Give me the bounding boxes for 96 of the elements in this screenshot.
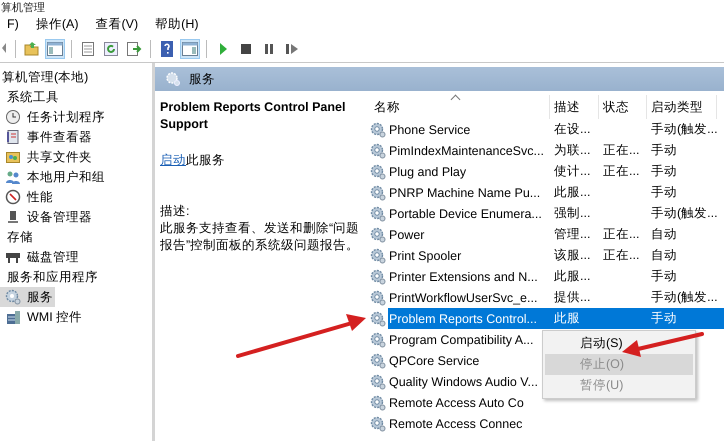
table-cell: 提供...: [554, 290, 590, 304]
column-header[interactable]: 启动类型: [647, 95, 717, 119]
table-cell: 手动: [651, 143, 677, 157]
service-name[interactable]: Remote Access Auto Co: [388, 394, 524, 412]
table-cell: 手动: [651, 185, 677, 199]
notebook-icon: [5, 129, 21, 145]
gear-icon: [370, 248, 386, 264]
gear-icon: [370, 310, 386, 326]
service-name[interactable]: Print Spooler: [388, 246, 462, 264]
tree-item[interactable]: 磁盘管理: [25, 248, 81, 266]
tree-item[interactable]: 共享文件夹: [25, 148, 94, 166]
table-cell: 强制...: [554, 206, 590, 220]
gear-icon: [370, 394, 386, 410]
menu-item[interactable]: 操作(A): [36, 14, 86, 34]
service-title: Problem Reports Control Panel Support: [160, 99, 346, 133]
panel-title: 服务: [189, 70, 215, 88]
service-name[interactable]: Program Compatibility A...: [388, 330, 534, 348]
gear-icon: [370, 352, 386, 368]
menu-item[interactable]: 查看(V): [95, 14, 146, 34]
tree-item[interactable]: 服务和应用程序: [5, 268, 100, 286]
help-icon[interactable]: [158, 40, 176, 58]
refresh-icon[interactable]: [102, 40, 120, 58]
description-label: 描述:: [160, 203, 190, 220]
tree-item[interactable]: 性能: [25, 188, 55, 206]
tree-item[interactable]: 本地用户和组: [25, 168, 107, 186]
gear-icon: [370, 268, 386, 284]
table-cell: 自动: [651, 248, 677, 262]
table-cell: 自动: [651, 227, 677, 241]
service-name[interactable]: Quality Windows Audio V...: [388, 372, 538, 390]
clock-icon: [5, 109, 21, 125]
table-cell: 该服...: [554, 248, 590, 262]
table-cell: 正在...: [603, 227, 640, 241]
table-cell: 管理...: [554, 227, 590, 241]
menu-item[interactable]: 启动(S): [545, 333, 693, 354]
gear-icon: [370, 416, 386, 432]
table-cell: 手动(触发...: [651, 206, 718, 220]
service-name[interactable]: PrintWorkflowUserSvc_e...: [388, 288, 538, 306]
window-title: 算机管理: [1, 2, 45, 14]
table-cell: 使计...: [554, 164, 590, 178]
service-name[interactable]: PimIndexMaintenanceSvc...: [388, 142, 544, 160]
table-cell: 此服...: [554, 185, 590, 199]
tree-item[interactable]: 任务计划程序: [25, 108, 107, 126]
service-name[interactable]: Printer Extensions and N...: [388, 268, 538, 286]
gear-icon: [370, 164, 386, 180]
table-cell: 在设...: [554, 122, 590, 136]
menu-item[interactable]: F): [7, 15, 27, 33]
column-header[interactable]: 描述: [550, 95, 599, 119]
start-service-text: 启动此服务: [160, 152, 226, 169]
start-link[interactable]: 启动: [160, 153, 186, 167]
tree-item[interactable]: 设备管理器: [25, 208, 94, 226]
table-cell: 手动(触发...: [651, 290, 718, 304]
gear-icon: [370, 142, 386, 158]
column-header[interactable]: 状态: [599, 95, 647, 119]
export-icon[interactable]: [125, 40, 143, 58]
service-name[interactable]: PNRP Machine Name Pu...: [388, 184, 540, 202]
table-cell: 此服: [554, 311, 580, 325]
gear-icon: [370, 206, 386, 222]
gear-icon: [370, 226, 386, 242]
table-cell: 正在...: [603, 143, 640, 157]
tree-item[interactable]: 事件查看器: [25, 128, 94, 146]
gear-icon: [370, 122, 386, 138]
service-name[interactable]: Plug and Play: [388, 162, 466, 180]
gear-icon: [5, 289, 21, 305]
table-cell: 为联...: [554, 143, 590, 157]
table-cell: 手动: [651, 311, 677, 325]
table-cell: 此服...: [554, 269, 590, 283]
table-cell: 手动: [651, 164, 677, 178]
service-name[interactable]: Phone Service: [388, 120, 470, 138]
tree-item[interactable]: 系统工具: [5, 88, 61, 106]
service-name[interactable]: Portable Device Enumera...: [388, 204, 542, 222]
table-cell: 正在...: [603, 164, 640, 178]
action-pane-icon[interactable]: [181, 40, 199, 58]
gear-icon: [165, 71, 181, 87]
column-header[interactable]: 名称: [370, 95, 550, 119]
tree-item[interactable]: 存储: [5, 228, 35, 246]
gear-icon: [370, 290, 386, 306]
menu-item[interactable]: 帮助(H): [155, 14, 207, 34]
properties-icon[interactable]: [79, 40, 97, 58]
folder-icon[interactable]: [23, 40, 41, 58]
gear-icon: [370, 184, 386, 200]
users-icon: [5, 169, 21, 185]
table-cell: 手动: [651, 269, 677, 283]
gear-icon: [370, 332, 386, 348]
folder-icon: [5, 149, 21, 165]
service-name[interactable]: Power: [388, 226, 424, 244]
gauge-icon: [5, 189, 21, 205]
description-text: 此服务支持查看、发送和删除“问题报告”控制面板的系统级问题报告。: [160, 220, 360, 254]
table-cell: 手动(触发...: [651, 122, 718, 136]
server-icon: [5, 309, 21, 325]
gear-icon: [370, 374, 386, 390]
service-name[interactable]: QPCore Service: [388, 352, 480, 370]
service-name[interactable]: Remote Access Connec: [388, 414, 522, 432]
tree-item[interactable]: 算机管理(本地): [0, 68, 90, 86]
table-cell: 正在...: [603, 248, 640, 262]
tree-item[interactable]: WMI 控件: [25, 308, 84, 326]
tree-pane-icon[interactable]: [46, 40, 64, 58]
